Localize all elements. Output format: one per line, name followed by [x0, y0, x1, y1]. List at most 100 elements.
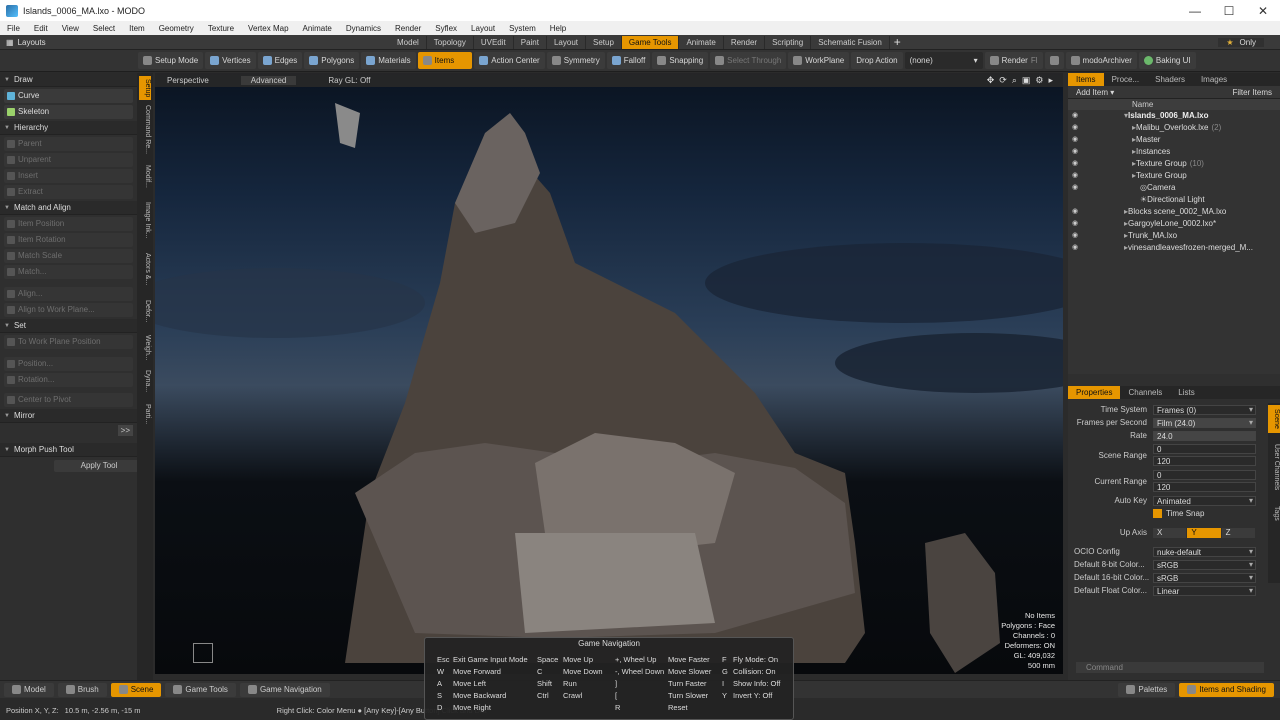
eye-icon[interactable]: ◉	[1068, 206, 1082, 218]
command-input[interactable]: Command	[1076, 662, 1264, 673]
tree-row[interactable]: ◉ ▸ Master	[1068, 134, 1280, 146]
menu-view[interactable]: View	[55, 24, 86, 33]
vtab-modifiers[interactable]: Modif...	[139, 161, 151, 191]
vtab-weights[interactable]: Weigh...	[139, 331, 151, 365]
time-system-select[interactable]: Frames (0)	[1153, 404, 1256, 415]
tree-row[interactable]: ◉ ▸ Trunk_MA.lxo	[1068, 230, 1280, 242]
scene-button[interactable]: Scene	[110, 682, 162, 697]
menu-file[interactable]: File	[0, 24, 27, 33]
menu-animate[interactable]: Animate	[296, 24, 339, 33]
eye-icon[interactable]: ◉	[1068, 170, 1082, 182]
tab-images[interactable]: Images	[1193, 73, 1235, 86]
items-button[interactable]: Items	[417, 52, 473, 69]
symmetry-button[interactable]: Symmetry	[546, 52, 605, 69]
tab-layout[interactable]: Layout	[547, 35, 586, 49]
falloff-button[interactable]: Falloff	[606, 52, 651, 69]
advanced-menu[interactable]: Advanced	[240, 75, 297, 85]
menu-select[interactable]: Select	[86, 24, 122, 33]
action-center-button[interactable]: Action Center	[474, 52, 545, 69]
maximize-button[interactable]: ☐	[1212, 4, 1246, 18]
side-tab-user-channels[interactable]: User Channels	[1268, 437, 1280, 497]
tree-row[interactable]: ◉ ▸ GargoyleLone_0002.lxo*	[1068, 218, 1280, 230]
skeleton-button[interactable]: Skeleton	[4, 105, 133, 119]
tab-items[interactable]: Items	[1068, 73, 1104, 86]
polygons-button[interactable]: Polygons	[304, 52, 360, 69]
menu-dynamics[interactable]: Dynamics	[339, 24, 388, 33]
tree-row[interactable]: ◉ ▸ Instances	[1068, 146, 1280, 158]
render-button[interactable]: Render Fl	[984, 52, 1043, 69]
minimize-button[interactable]: —	[1178, 4, 1212, 18]
vtab-setup[interactable]: Setup	[139, 76, 151, 100]
menu-system[interactable]: System	[502, 24, 543, 33]
tree-row[interactable]: ◉ ▸ vinesandleavesfrozen-merged_M...	[1068, 242, 1280, 254]
section-set[interactable]: ▼ Set	[0, 319, 137, 333]
current-range-start[interactable]: 0	[1153, 470, 1256, 480]
tree-row[interactable]: ◉ ▾ Islands_0006_MA.lxo	[1068, 110, 1280, 122]
up-axis-y[interactable]: Y	[1187, 527, 1221, 538]
game-navigation-button[interactable]: Game Navigation	[239, 682, 330, 697]
baking-ui-button[interactable]: Baking UI	[1138, 52, 1196, 69]
eye-icon[interactable]: ◉	[1068, 242, 1082, 254]
only-toggle[interactable]: ★ Only	[1218, 37, 1264, 47]
eye-icon[interactable]: ◉	[1068, 146, 1082, 158]
tab-game-tools[interactable]: Game Tools	[621, 35, 680, 49]
scene-range-end[interactable]: 120	[1153, 456, 1256, 466]
tab-paint[interactable]: Paint	[514, 35, 547, 49]
section-draw[interactable]: ▼ Draw	[0, 73, 137, 87]
side-tab-scene[interactable]: Scene	[1268, 405, 1280, 433]
side-tab-tags[interactable]: Tags	[1268, 501, 1280, 525]
menu-geometry[interactable]: Geometry	[152, 24, 201, 33]
unparent-button[interactable]: Unparent	[4, 153, 133, 167]
modo-archiver-button[interactable]: modoArchiver	[1065, 52, 1137, 69]
align-work-plane-button[interactable]: Align to Work Plane...	[4, 303, 133, 317]
drop-action-select[interactable]: (none) ▾	[904, 52, 983, 69]
add-tab-icon[interactable]: +	[894, 35, 901, 49]
tab-animate[interactable]: Animate	[679, 35, 724, 49]
item-rotation-button[interactable]: Item Rotation	[4, 233, 133, 247]
eye-icon[interactable]: ◉	[1068, 230, 1082, 242]
tab-model[interactable]: Model	[390, 35, 427, 49]
menu-render[interactable]: Render	[388, 24, 428, 33]
color16-select[interactable]: sRGB	[1153, 572, 1256, 583]
materials-button[interactable]: Materials	[361, 52, 416, 69]
section-mirror[interactable]: ▼ Mirror	[0, 409, 137, 423]
vtab-dynamics[interactable]: Dyna...	[139, 367, 151, 395]
section-morph-push[interactable]: ▼ Morph Push Tool	[0, 443, 137, 457]
scene-range-start[interactable]: 0	[1153, 444, 1256, 454]
tab-uvedit[interactable]: UVEdit	[474, 35, 514, 49]
tree-row[interactable]: ◉ ▸ Texture Group	[1068, 170, 1280, 182]
vtab-particles[interactable]: Parti...	[139, 399, 151, 429]
tab-scripting[interactable]: Scripting	[765, 35, 812, 49]
menu-vertex-map[interactable]: Vertex Map	[241, 24, 295, 33]
center-to-pivot-button[interactable]: Center to Pivot	[4, 393, 133, 407]
setup-mode-button[interactable]: Setup Mode	[138, 52, 204, 69]
tree-row[interactable]: ◉ ▸ Texture Group (10)	[1068, 158, 1280, 170]
game-tools-button[interactable]: Game Tools	[165, 682, 236, 697]
section-hierarchy[interactable]: ▼ Hierarchy	[0, 121, 137, 135]
select-through-button[interactable]: Select Through	[710, 52, 787, 69]
eye-icon[interactable]: ◉	[1068, 134, 1082, 146]
tab-setup[interactable]: Setup	[586, 35, 622, 49]
more-tools-button[interactable]: >>	[117, 425, 133, 436]
menu-item[interactable]: Item	[122, 24, 152, 33]
edges-button[interactable]: Edges	[257, 52, 303, 69]
eye-icon[interactable]: ◉	[1068, 158, 1082, 170]
rotate-icon[interactable]: ⟳	[999, 75, 1007, 86]
eye-icon[interactable]: ◉	[1068, 182, 1082, 194]
eye-icon[interactable]: ◉	[1068, 110, 1082, 122]
eye-icon[interactable]: ◉	[1068, 122, 1082, 134]
colorf-select[interactable]: Linear	[1153, 585, 1256, 596]
match-button[interactable]: Match...	[4, 265, 133, 279]
pan-icon[interactable]: ✥	[987, 75, 995, 86]
zoom-icon[interactable]: ⌕	[1012, 75, 1017, 86]
time-snap-checkbox[interactable]	[1153, 509, 1162, 518]
tree-row[interactable]: ◉ ◎ Camera	[1068, 182, 1280, 194]
layouts-dropdown[interactable]: ▦ Layouts	[0, 38, 140, 47]
raygl-menu[interactable]: Ray GL: Off	[328, 76, 370, 85]
name-column-header[interactable]: Name	[1132, 100, 1153, 109]
tree-row[interactable]: ◉ ▸ Malibu_Overlook.lxe (2)	[1068, 122, 1280, 134]
item-position-button[interactable]: Item Position	[4, 217, 133, 231]
perspective-menu[interactable]: Perspective	[167, 76, 209, 85]
section-match-align[interactable]: ▼ Match and Align	[0, 201, 137, 215]
tab-properties[interactable]: Properties	[1068, 386, 1121, 399]
